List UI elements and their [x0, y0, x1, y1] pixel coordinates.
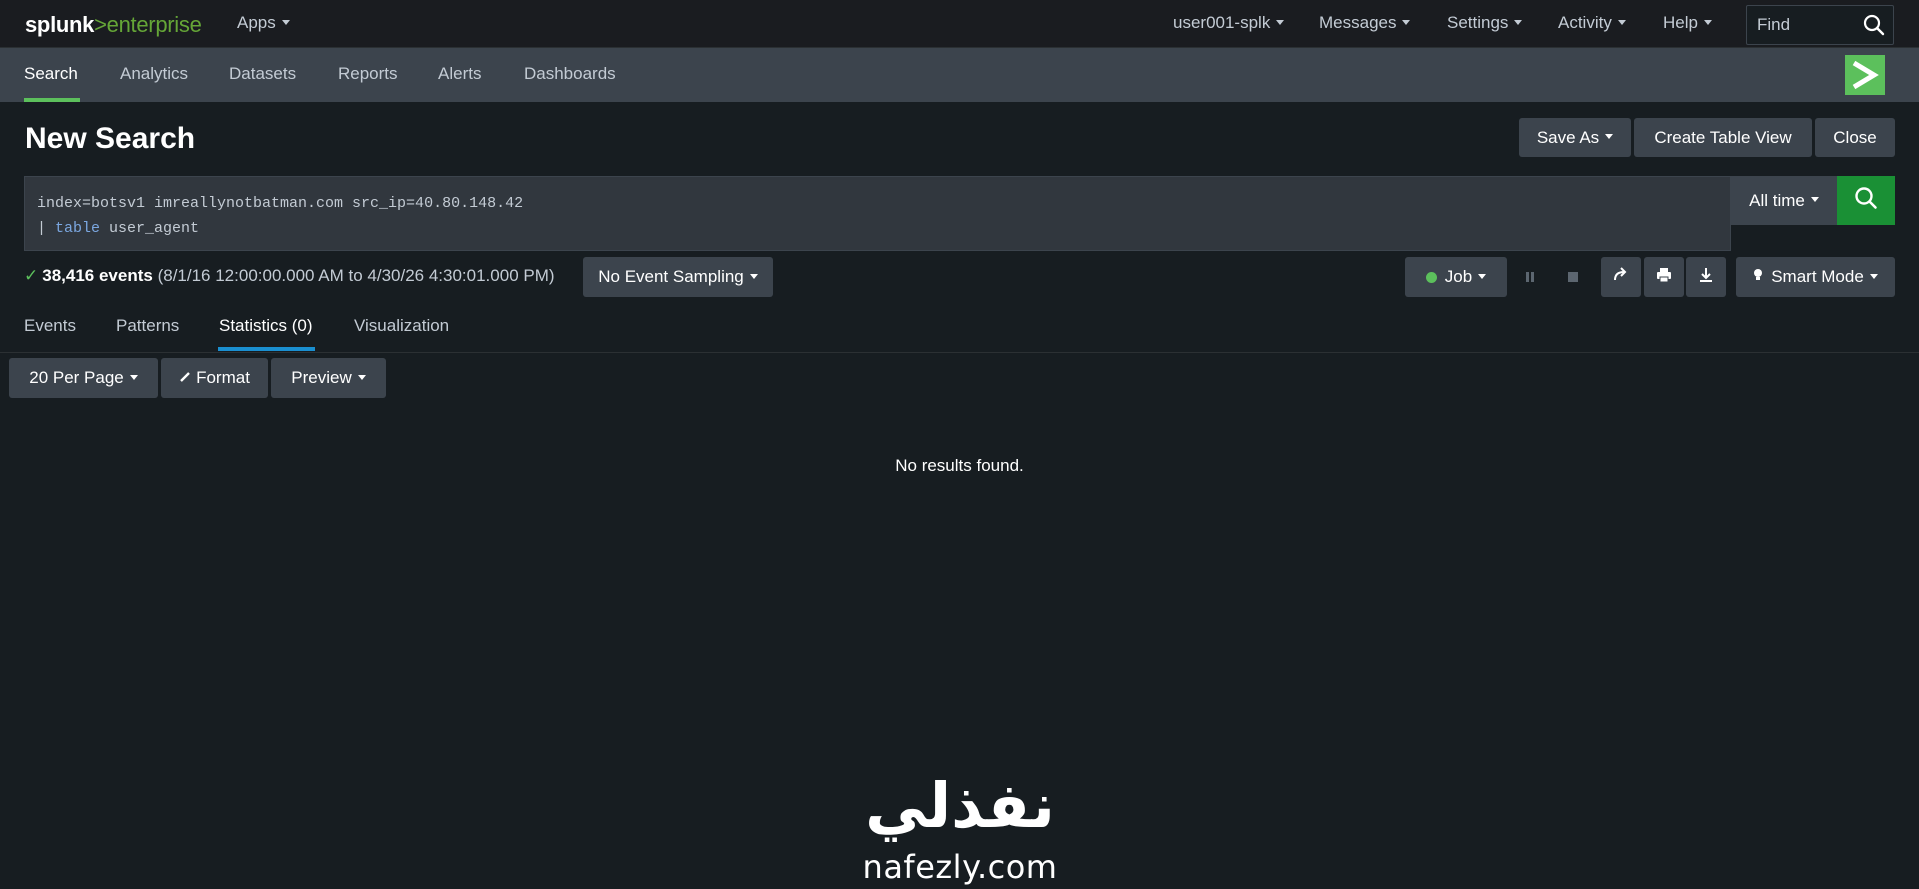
preview-dropdown[interactable]: Preview — [271, 358, 386, 398]
activity-menu[interactable]: Activity — [1558, 13, 1626, 33]
settings-menu-label: Settings — [1447, 13, 1509, 32]
chevron-down-icon — [1617, 20, 1626, 26]
nav-analytics[interactable]: Analytics — [120, 64, 188, 84]
share-button[interactable] — [1601, 257, 1641, 297]
logo-suffix: enterprise — [106, 12, 202, 37]
time-range-label: All time — [1749, 190, 1805, 210]
per-page-label: 20 Per Page — [29, 368, 124, 387]
query-line-2: | table user_agent — [37, 216, 1718, 241]
save-as-button[interactable]: Save As — [1519, 118, 1631, 157]
search-query-editor[interactable]: index=botsv1 imreallynotbatman.com src_i… — [24, 176, 1731, 251]
pause-icon[interactable] — [1520, 267, 1540, 287]
help-menu[interactable]: Help — [1663, 13, 1712, 33]
time-range-picker[interactable]: All time — [1731, 176, 1837, 225]
pencil-icon — [179, 368, 191, 388]
search-icon — [1854, 186, 1878, 215]
nav-datasets[interactable]: Datasets — [229, 64, 296, 84]
nav-alerts[interactable]: Alerts — [438, 64, 481, 84]
tabs-divider — [0, 352, 1919, 353]
event-sampling-dropdown[interactable]: No Event Sampling — [583, 257, 773, 297]
logo-prefix: splunk — [25, 12, 95, 37]
no-results-message: No results found. — [895, 456, 1024, 475]
active-tab-indicator — [218, 347, 315, 351]
user-menu-label: user001-splk — [1173, 13, 1271, 32]
user-menu[interactable]: user001-splk — [1173, 13, 1285, 33]
chevron-down-icon — [1478, 273, 1487, 279]
messages-menu-label: Messages — [1319, 13, 1397, 32]
search-mode-label: Smart Mode — [1771, 267, 1864, 286]
checkmark-icon: ✓ — [24, 266, 39, 285]
format-label: Format — [196, 368, 250, 387]
preview-label: Preview — [291, 368, 352, 387]
chevron-down-icon — [1703, 20, 1712, 26]
tab-patterns[interactable]: Patterns — [116, 316, 179, 336]
search-mode-dropdown[interactable]: Smart Mode — [1736, 257, 1895, 297]
chevron-down-icon — [1402, 20, 1411, 26]
save-as-label: Save As — [1536, 127, 1600, 147]
query-args: user_agent — [100, 220, 200, 237]
tab-events[interactable]: Events — [24, 316, 76, 336]
chevron-down-icon — [749, 273, 758, 279]
watermark-latin: nafezly.com — [862, 848, 1058, 886]
export-button[interactable] — [1686, 257, 1726, 297]
chevron-down-icon — [1605, 134, 1614, 139]
logo-gt: > — [94, 12, 107, 37]
share-icon — [1612, 266, 1630, 289]
settings-menu[interactable]: Settings — [1447, 13, 1523, 33]
chevron-down-icon — [1276, 20, 1285, 26]
splunk-logo[interactable]: splunk>enterprise — [25, 12, 202, 38]
event-time-range: (8/1/16 12:00:00.000 AM to 4/30/26 4:30:… — [157, 266, 555, 285]
event-count: 38,416 events — [42, 266, 153, 285]
job-menu-button[interactable]: Job — [1405, 257, 1507, 297]
activity-menu-label: Activity — [1558, 13, 1612, 32]
chevron-down-icon — [1810, 197, 1819, 202]
app-logo-icon[interactable] — [1845, 55, 1885, 95]
top-bar: splunk>enterprise Apps user001-splk Mess… — [0, 0, 1919, 48]
format-button[interactable]: Format — [161, 358, 268, 398]
query-command: table — [55, 220, 101, 237]
close-button[interactable]: Close — [1815, 118, 1895, 157]
query-pipe: | — [37, 220, 56, 237]
tab-visualization[interactable]: Visualization — [354, 316, 449, 336]
create-table-view-button[interactable]: Create Table View — [1634, 118, 1812, 157]
chevron-down-icon — [357, 374, 366, 380]
download-icon — [1697, 266, 1715, 289]
search-icon[interactable] — [1863, 14, 1885, 41]
chevron-down-icon — [129, 374, 138, 380]
per-page-dropdown[interactable]: 20 Per Page — [9, 358, 158, 398]
job-status: ✓ 38,416 events (8/1/16 12:00:00.000 AM t… — [24, 266, 555, 286]
app-bar: Search Analytics Datasets Reports Alerts… — [0, 48, 1919, 102]
print-button[interactable] — [1644, 257, 1684, 297]
page-title: New Search — [25, 122, 196, 155]
messages-menu[interactable]: Messages — [1319, 13, 1411, 33]
nav-reports[interactable]: Reports — [338, 64, 398, 84]
find-input[interactable] — [1757, 14, 1857, 36]
job-menu-label: Job — [1444, 267, 1473, 286]
tab-statistics[interactable]: Statistics (0) — [219, 316, 313, 336]
watermark-arabic: نفذلي — [865, 769, 1055, 842]
apps-menu[interactable]: Apps — [237, 13, 290, 33]
apps-menu-label: Apps — [237, 13, 276, 32]
stop-icon[interactable] — [1563, 267, 1583, 287]
chevron-down-icon — [1514, 20, 1523, 26]
nav-search[interactable]: Search — [24, 64, 78, 84]
print-icon — [1655, 266, 1673, 289]
job-status-dot-icon — [1425, 271, 1437, 283]
help-menu-label: Help — [1663, 13, 1698, 32]
event-sampling-label: No Event Sampling — [598, 267, 744, 286]
lightbulb-icon — [1753, 267, 1763, 287]
chevron-down-icon — [281, 20, 290, 26]
active-nav-indicator — [24, 98, 80, 102]
chevron-down-icon — [1869, 273, 1878, 279]
run-search-button[interactable] — [1837, 176, 1895, 225]
nav-dashboards[interactable]: Dashboards — [524, 64, 616, 84]
query-line-1: index=botsv1 imreallynotbatman.com src_i… — [37, 195, 524, 212]
find-box — [1746, 5, 1894, 45]
